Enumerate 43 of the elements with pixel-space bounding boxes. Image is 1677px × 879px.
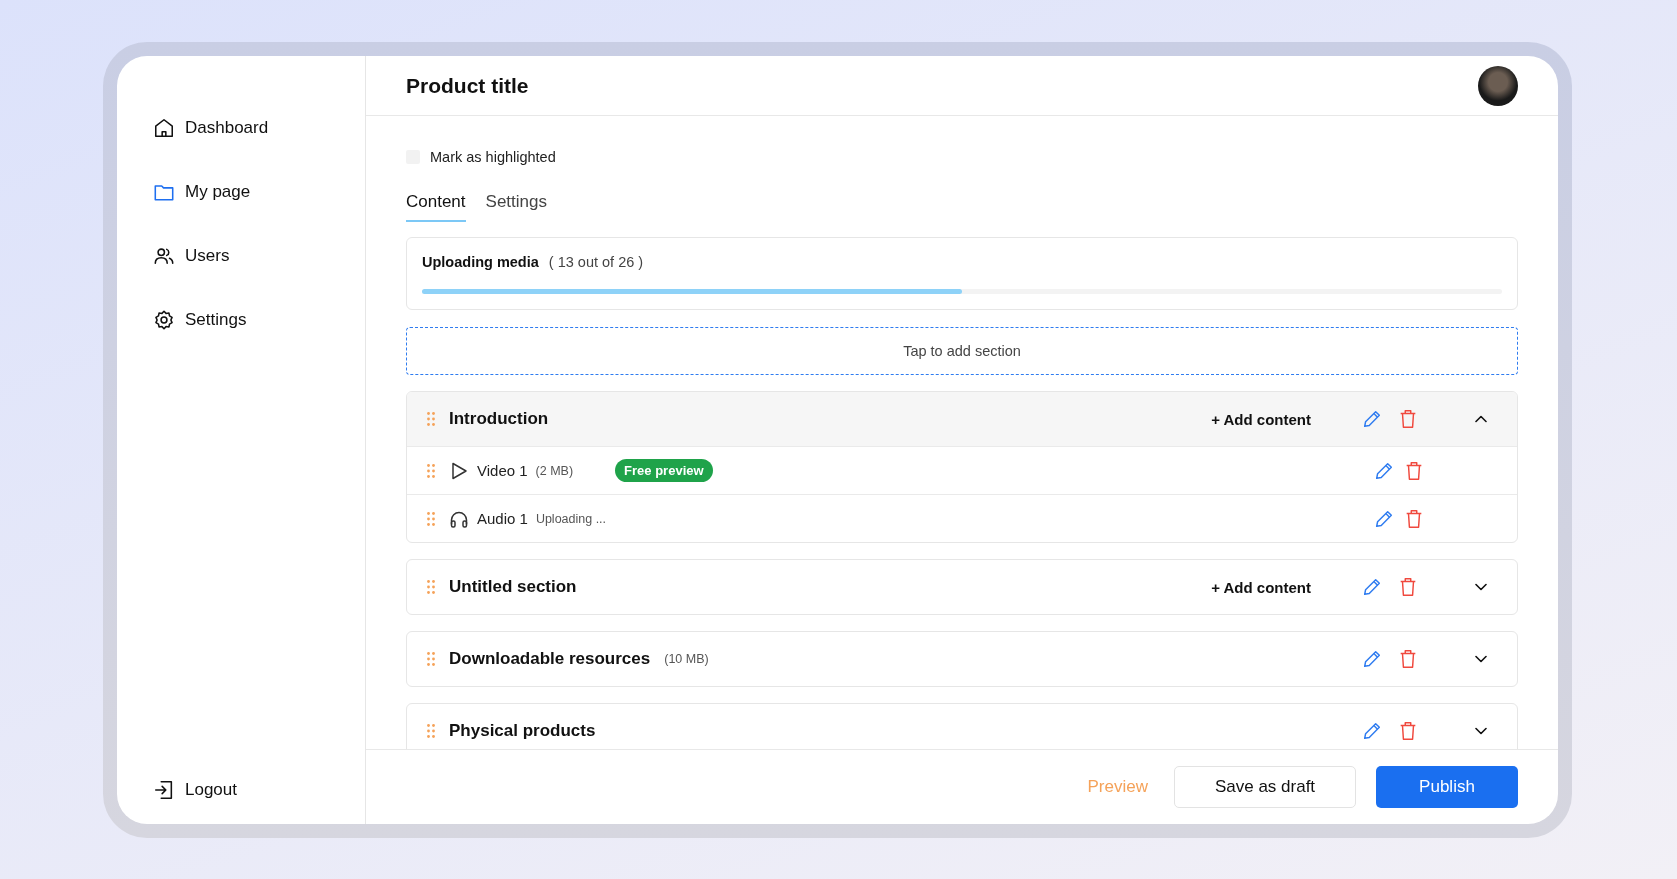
- drag-handle-icon[interactable]: [427, 463, 435, 478]
- logout-icon: [153, 779, 175, 801]
- avatar[interactable]: [1478, 65, 1518, 106]
- sidebar-item[interactable]: Settings: [153, 308, 365, 332]
- drag-handle-icon[interactable]: [427, 724, 435, 738]
- sidebar-item[interactable]: Users: [153, 244, 365, 268]
- item-name: Audio 1: [477, 510, 528, 527]
- edit-icon[interactable]: [1361, 720, 1383, 742]
- chevron-down-icon[interactable]: [1475, 727, 1487, 735]
- upload-title: Uploading media: [422, 254, 539, 270]
- checkbox-label: Mark as highlighted: [430, 149, 556, 165]
- chevron-up-icon[interactable]: [1475, 415, 1487, 423]
- item-size: (2 MB): [535, 463, 574, 478]
- sidebar-item[interactable]: My page: [153, 180, 365, 204]
- upload-count: ( 13 out of 26 ): [548, 254, 644, 270]
- add-content-button[interactable]: + Add content: [1205, 577, 1317, 597]
- item-status: Uploading ...: [535, 511, 607, 526]
- edit-icon[interactable]: [1361, 648, 1383, 670]
- section-title: Untitled section: [449, 577, 577, 597]
- sidebar-item[interactable]: Dashboard: [153, 116, 365, 140]
- drag-handle-icon[interactable]: [427, 412, 435, 426]
- add-section-button[interactable]: Tap to add section: [406, 327, 1518, 375]
- logout-link[interactable]: Logout: [153, 778, 365, 802]
- page-title: Product title: [406, 73, 529, 98]
- add-content-button[interactable]: + Add content: [1205, 409, 1317, 429]
- publish-button[interactable]: Publish: [1376, 766, 1518, 808]
- drag-handle-icon[interactable]: [427, 511, 435, 526]
- free-preview-badge: Free preview: [615, 459, 713, 482]
- tab[interactable]: Content: [406, 192, 466, 222]
- drag-handle-icon[interactable]: [427, 652, 435, 666]
- section-title: Introduction: [449, 409, 549, 429]
- chevron-down-icon[interactable]: [1475, 655, 1487, 663]
- section-title: Downloadable resources: [449, 649, 651, 669]
- item-name: Video 1: [477, 462, 528, 479]
- save-draft-button[interactable]: Save as draft: [1174, 766, 1356, 808]
- edit-icon[interactable]: [1361, 408, 1383, 430]
- drag-handle-icon[interactable]: [427, 580, 435, 594]
- chevron-down-icon[interactable]: [1475, 583, 1487, 591]
- edit-icon[interactable]: [1361, 576, 1383, 598]
- section-title: Physical products: [449, 721, 596, 741]
- section-size: (10 MB): [664, 652, 709, 666]
- play-icon: [449, 460, 469, 481]
- tab[interactable]: Settings: [485, 192, 547, 222]
